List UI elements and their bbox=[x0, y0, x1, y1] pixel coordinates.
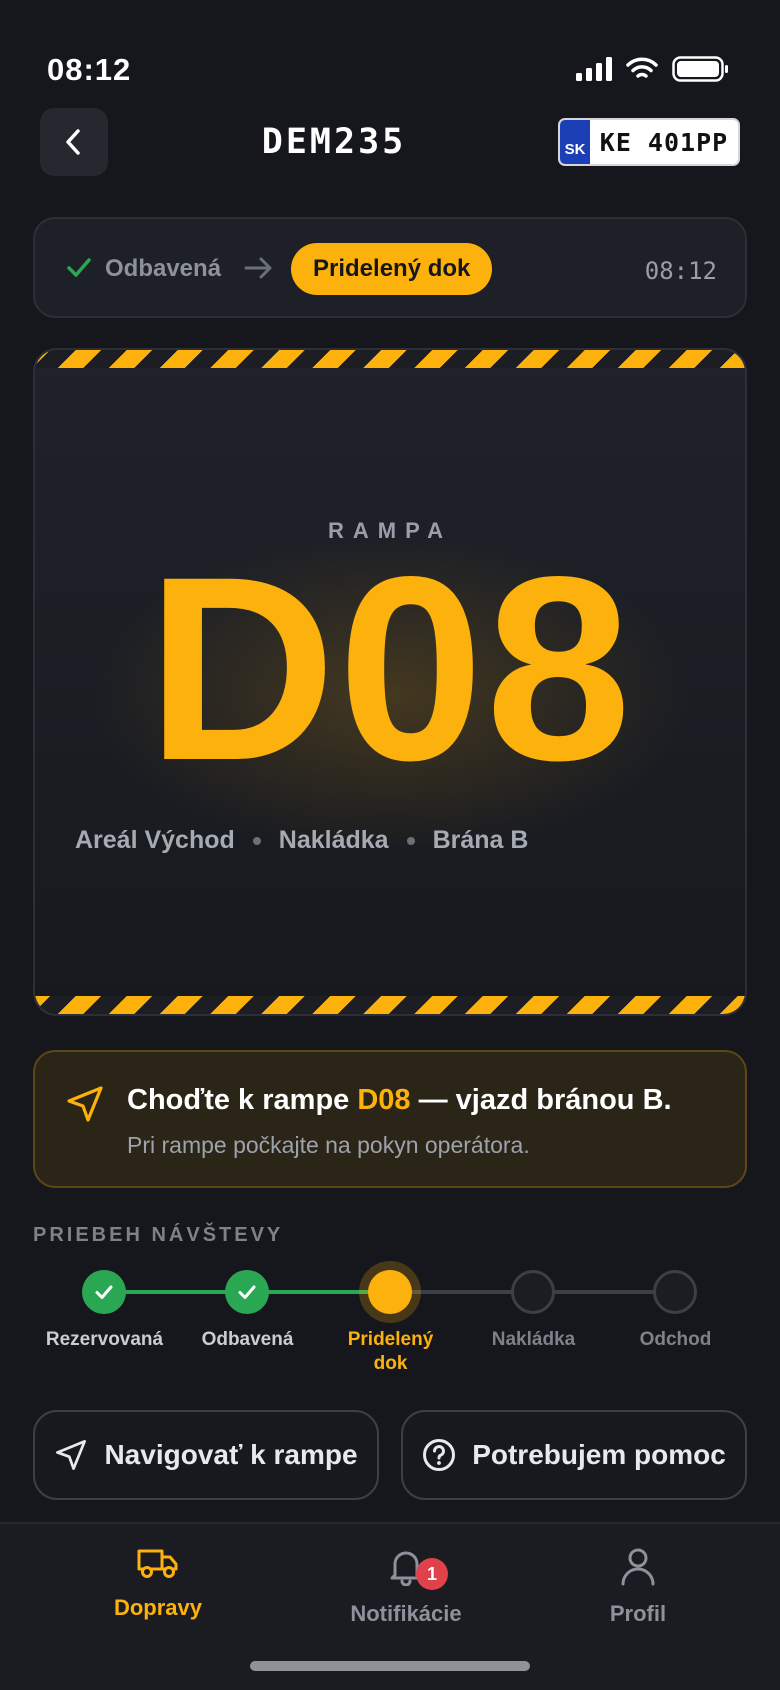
rampa-meta: Areál Východ Nakládka Brána B bbox=[75, 826, 528, 855]
truck-icon bbox=[137, 1549, 178, 1578]
status-card: Odbavená Pridelený dok 08:12 bbox=[33, 217, 747, 318]
step-label: Nakládka bbox=[491, 1329, 576, 1350]
step-label: Odchod bbox=[639, 1329, 712, 1350]
current-status-badge: Pridelený dok bbox=[291, 243, 493, 295]
rampa-code: D08 bbox=[146, 522, 634, 815]
instruction-subtitle: Pri rampe počkajte na pokyn operátora. bbox=[127, 1132, 530, 1158]
status-icons bbox=[576, 56, 730, 82]
help-button-label: Potrebujem pomoc bbox=[472, 1439, 726, 1470]
progress-title: PRIEBEH NÁVŠTEVY bbox=[33, 1224, 284, 1246]
plate-country-code: SK bbox=[560, 120, 590, 164]
navigate-to-ramp-button[interactable]: Navigovať k rampe bbox=[33, 1410, 379, 1500]
step-label: Pridelený dok bbox=[347, 1329, 434, 1374]
check-icon bbox=[238, 1285, 256, 1299]
step-circle-todo bbox=[653, 1270, 697, 1314]
step-circle-done bbox=[82, 1270, 126, 1314]
hazard-stripe-top bbox=[35, 350, 745, 368]
check-icon bbox=[95, 1285, 113, 1299]
home-indicator[interactable] bbox=[250, 1661, 530, 1671]
tab-label: Profil bbox=[609, 1601, 667, 1626]
step-circle-active bbox=[368, 1270, 412, 1314]
separator-dot bbox=[252, 836, 261, 845]
rampa-operation: Nakládka bbox=[278, 826, 389, 854]
signal-icon bbox=[576, 57, 612, 81]
status-time-stamp: 08:12 bbox=[644, 257, 717, 285]
instruction-title: Choďte k rampe D08 — vjazd bránou B. bbox=[127, 1084, 672, 1117]
step-label: Rezervovaná bbox=[45, 1329, 164, 1350]
navigation-arrow-icon bbox=[67, 1086, 103, 1122]
help-circle-icon bbox=[423, 1439, 456, 1471]
instruction-dock-highlight: D08 bbox=[357, 1084, 411, 1116]
status-bar: 08:12 bbox=[0, 0, 780, 110]
battery-icon bbox=[672, 56, 728, 82]
arrow-right-icon bbox=[244, 257, 272, 279]
tab-dopravy[interactable]: Dopravy bbox=[58, 1546, 258, 1621]
user-icon bbox=[621, 1548, 655, 1586]
rampa-gate: Brána B bbox=[432, 826, 529, 854]
progress-stepper: Rezervovaná Odbavená Pridelený dok Naklá… bbox=[33, 1262, 747, 1382]
notification-badge: 1 bbox=[416, 1558, 448, 1590]
help-button[interactable]: Potrebujem pomoc bbox=[401, 1410, 747, 1500]
instruction-title-after: — vjazd bránou B. bbox=[410, 1084, 672, 1116]
rampa-area: Areál Východ bbox=[75, 826, 235, 854]
wifi-icon bbox=[626, 57, 658, 78]
status-time: 08:12 bbox=[47, 52, 132, 87]
rampa-card: RAMPA D08 Areál Východ Nakládka Brána B bbox=[33, 348, 747, 1016]
tab-label: Notifikácie bbox=[350, 1601, 462, 1626]
instruction-card: Choďte k rampe D08 — vjazd bránou B. Pri… bbox=[33, 1050, 747, 1188]
navigation-arrow-icon bbox=[56, 1440, 87, 1470]
step-label: Odbavená bbox=[201, 1329, 294, 1350]
step-circle-done bbox=[225, 1270, 269, 1314]
instruction-title-before: Choďte k rampe bbox=[127, 1084, 358, 1116]
hazard-stripe-bottom bbox=[35, 996, 745, 1014]
separator-dot bbox=[406, 836, 415, 845]
navigate-button-label: Navigovať k rampe bbox=[104, 1439, 358, 1470]
check-icon bbox=[67, 258, 91, 277]
tab-notifikacie[interactable]: 1 Notifikácie bbox=[306, 1546, 506, 1627]
tab-label: Dopravy bbox=[113, 1595, 203, 1620]
tab-profil[interactable]: Profil bbox=[538, 1546, 738, 1627]
plate-number: KE 401PP bbox=[599, 127, 729, 157]
previous-status: Odbavená bbox=[105, 255, 222, 282]
license-plate: SK KE 401PP bbox=[558, 118, 740, 166]
step-circle-todo bbox=[511, 1270, 555, 1314]
